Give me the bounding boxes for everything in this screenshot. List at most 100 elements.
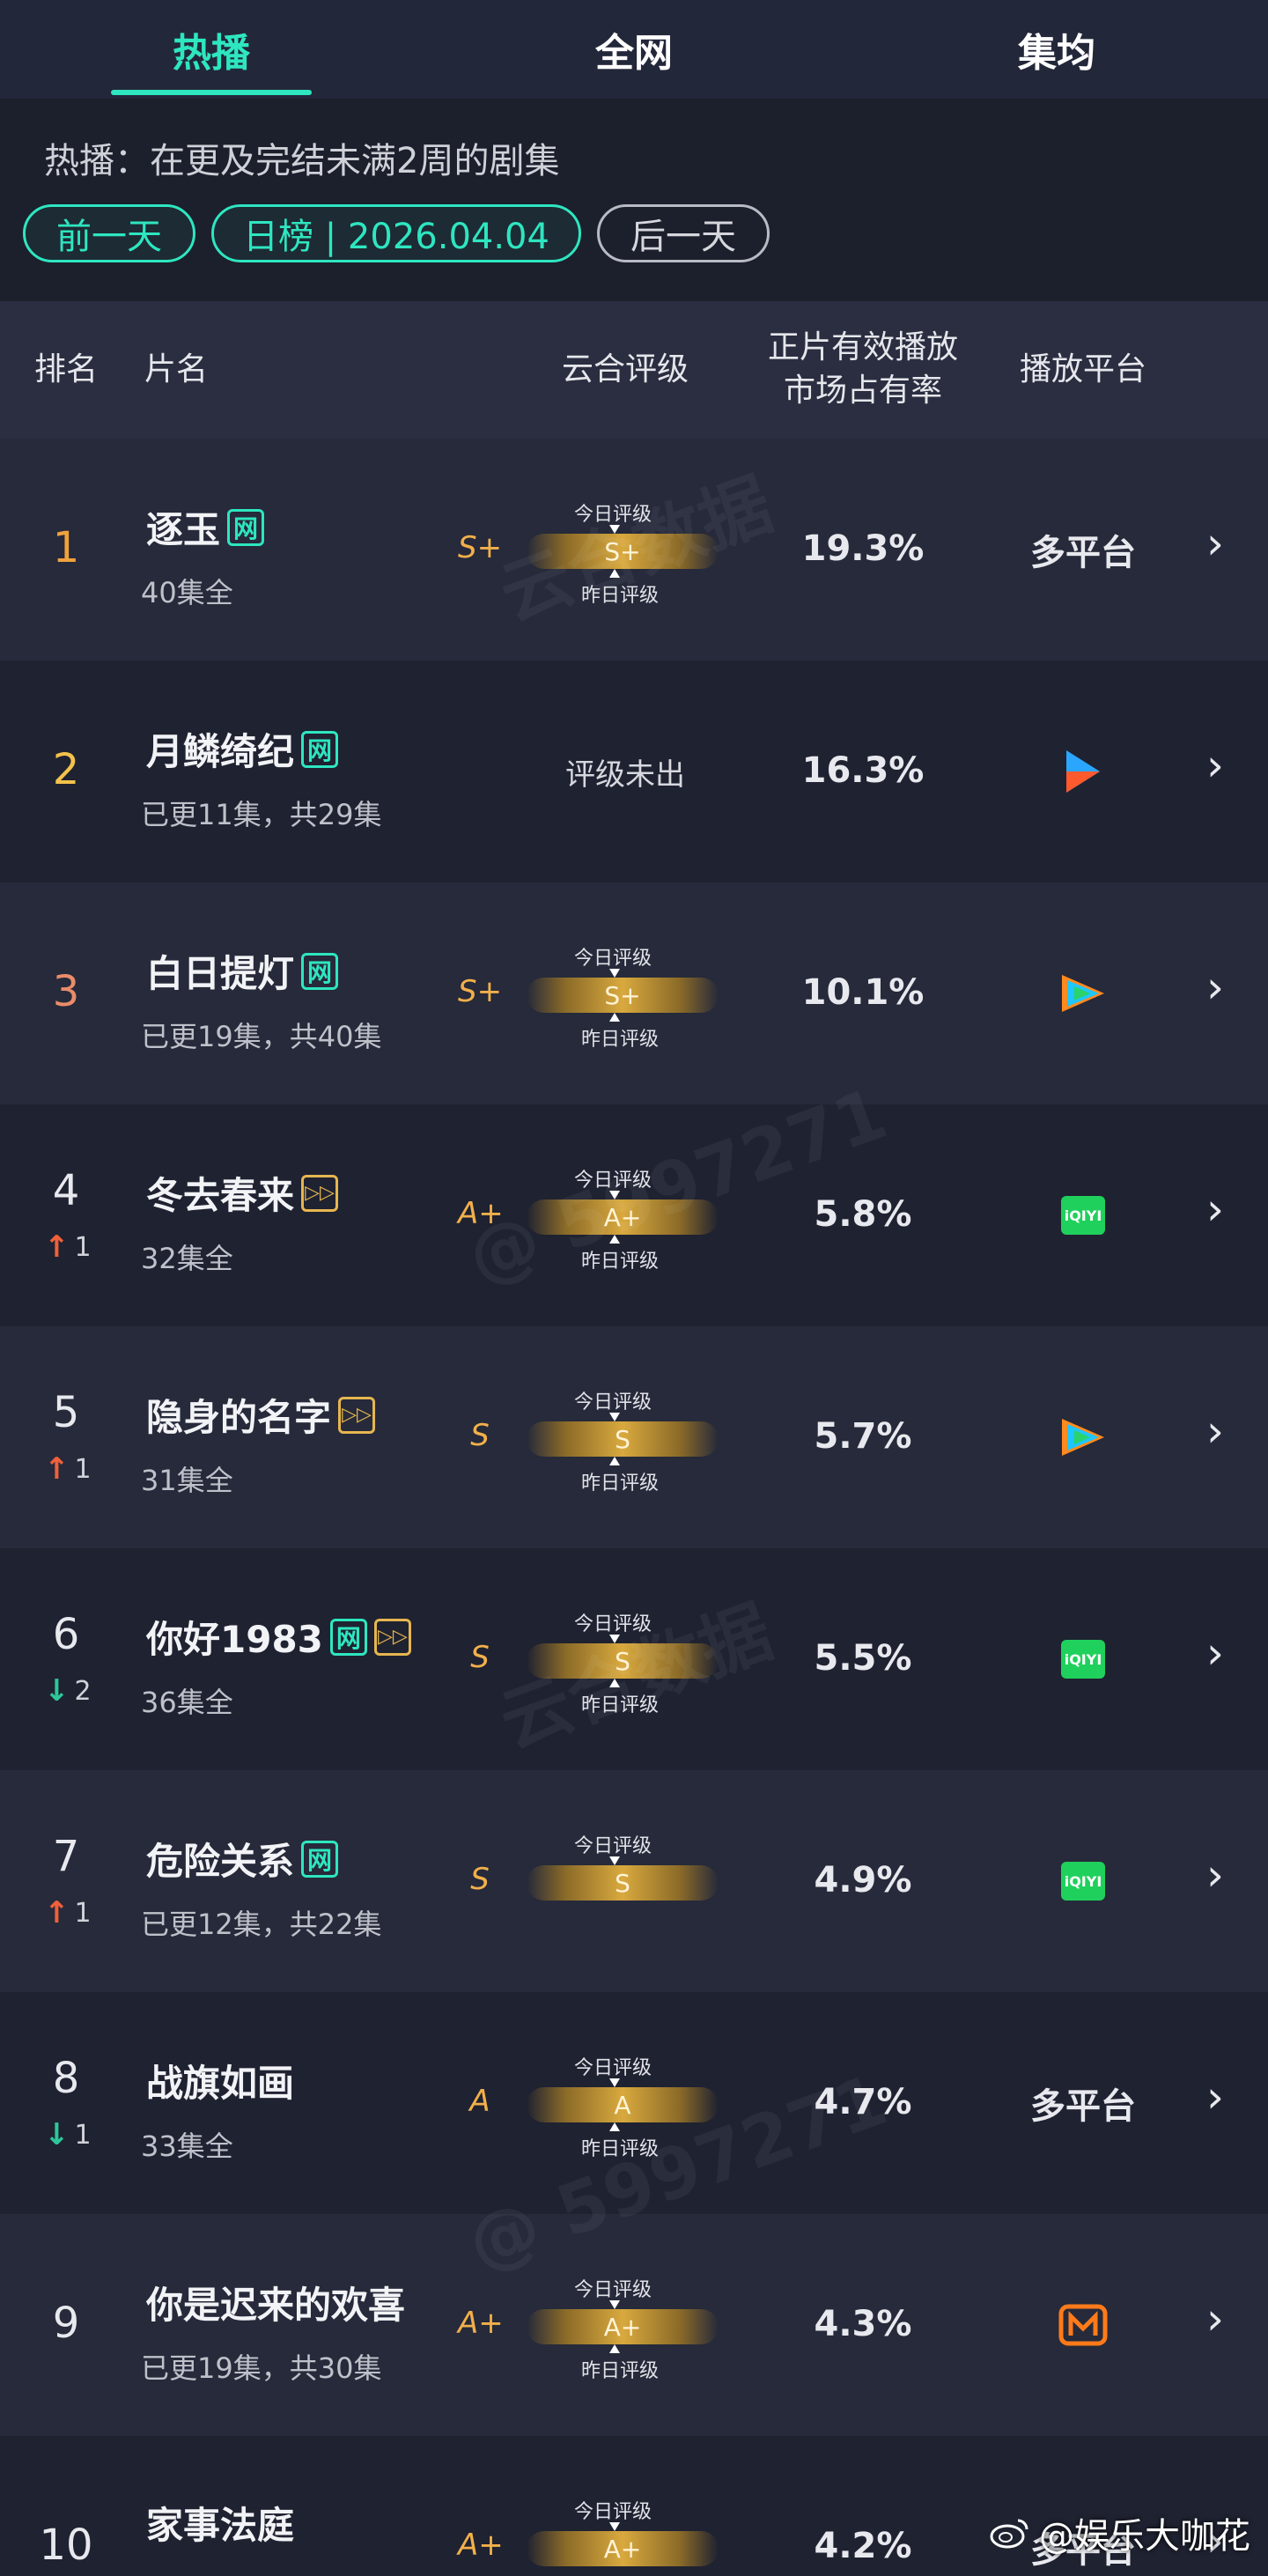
chevron-right-icon[interactable]: › [1206,2293,1224,2344]
show-title-text: 家事法庭 [146,2504,295,2547]
grade-bar-text: A+ [603,1202,642,1232]
iqiyi-icon: iQIYI [1061,1196,1105,1235]
table-row[interactable]: 4 ↑ 1 冬去春来 ▷▷ 32集全 A+ A+ 今日评级 昨日评级 5.8% iQIYI › [0,1104,1268,1326]
grade-bar: S+ [527,534,719,569]
next-day-button[interactable]: 后一天 [597,204,770,262]
tab-hot[interactable]: 热播 [0,0,423,99]
grade-bar: A+ [527,2531,719,2566]
grade-bar-text: S+ [604,980,641,1010]
chevron-right-icon[interactable]: › [1206,1184,1224,1235]
market-share: 5.5% [814,1638,912,1679]
date-selector[interactable]: 日榜 | 2026.04.04 [211,204,581,262]
episode-status: 31集全 [141,1464,233,1497]
chevron-right-icon[interactable]: › [1206,2071,1224,2122]
today-grade-label: 今日评级 [574,2279,652,2301]
show-title[interactable]: 危险关系网 [146,1832,339,1886]
yesterday-marker-icon [609,569,620,578]
active-tab-indicator [111,90,312,95]
episode-status: 已更19集，共30集 [141,2351,382,2385]
rank-number: 2 [52,745,80,794]
tab-per-episode[interactable]: 集均 [845,0,1268,99]
rank-number: 6 [52,1610,80,1659]
show-title[interactable]: 战旗如画 [146,2054,294,2107]
web-drama-tag-icon: 网 [227,508,265,546]
chevron-right-icon[interactable]: › [1206,1406,1224,1457]
yesterday-marker-icon [609,1679,620,1687]
rank-number: 1 [52,523,80,572]
show-title-text: 月鳞绮纪 [146,730,295,773]
yesterday-grade-label: 昨日评级 [581,585,660,607]
chevron-right-icon[interactable]: › [1206,962,1224,1013]
grade-bar-text: S+ [604,536,641,566]
today-grade-label: 今日评级 [574,1613,652,1635]
iqiyi-icon: iQIYI [1061,1640,1105,1679]
chevron-right-icon[interactable]: › [1206,1628,1224,1679]
youku-icon [1066,750,1100,793]
today-grade-label: 今日评级 [574,948,652,970]
double-play-tag-icon: ▷▷ [338,1396,376,1434]
table-row[interactable]: 8 ↓ 1 战旗如画 33集全 A A 今日评级 昨日评级 4.7% 多平台 › [0,1992,1268,2214]
show-title[interactable]: 隐身的名字 ▷▷ [146,1388,376,1442]
platform-cell: iQIYI [995,1855,1171,1908]
grade-pending: 评级未出 [565,757,685,793]
market-share: 16.3% [801,750,925,791]
arrow-up-icon: ↑ [44,1451,70,1487]
grade-letter: S [470,1418,490,1453]
rank-change-value: 1 [74,2119,92,2151]
show-title[interactable]: 逐玉网 [146,500,265,554]
table-row[interactable]: 3 白日提灯网已更19集，共40集 S+ S+ 今日评级 昨日评级 10.1% › [0,882,1268,1104]
grade-bar: A [527,2087,719,2122]
chevron-right-icon[interactable]: › [1206,518,1224,569]
grade-bar-text: S [615,1424,630,1454]
rank-change: ↑ 1 [44,1451,92,1487]
rank-number: 3 [52,967,80,1016]
grade-bar: S [527,1421,719,1457]
tab-all-network[interactable]: 全网 [423,0,845,99]
today-grade-label: 今日评级 [574,2057,652,2079]
today-marker-icon [609,2300,620,2309]
grade-bar: A+ [527,1199,719,1235]
today-grade-label: 今日评级 [574,1835,652,1857]
table-row[interactable]: 9 你是迟来的欢喜 已更19集，共30集 A+ A+ 今日评级 昨日评级 4.3% › [0,2214,1268,2436]
web-drama-tag-icon: 网 [301,952,339,990]
yesterday-grade-label: 昨日评级 [581,1251,660,1273]
yesterday-marker-icon [609,1013,620,1022]
prev-day-button[interactable]: 前一天 [23,204,195,262]
show-title-text: 冬去春来 [146,1174,295,1217]
yesterday-grade-label: 昨日评级 [581,1694,660,1716]
rank-change: ↓ 2 [44,1673,92,1709]
episode-status: 已更19集，共40集 [141,1020,382,1053]
mango-tv-icon [1058,2304,1108,2346]
show-title[interactable]: 冬去春来 ▷▷ [146,1166,339,1220]
grade-letter: A+ [458,2528,504,2563]
rank-cell: 9 [0,2214,132,2436]
arrow-up-icon: ↑ [44,1895,70,1930]
platform-cell: 多平台 [995,523,1171,576]
chevron-right-icon[interactable]: › [1206,1849,1224,1901]
show-title[interactable]: 你是迟来的欢喜 [146,2276,405,2329]
rank-change: ↓ 1 [44,2117,92,2152]
table-row[interactable]: 2 月鳞绮纪网已更11集，共29集 评级未出 16.3% › [0,661,1268,882]
market-share: 4.2% [814,2526,912,2566]
table-row[interactable]: 6 ↓ 2 你好1983 网 ▷▷ 36集全 S S 今日评级 昨日评级 5.5% iQIYI › [0,1548,1268,1770]
episode-status: 40集全 [141,576,233,609]
header-share-line1: 正片有效播放 [767,329,958,366]
grade-bar-text: A [614,2090,631,2120]
chevron-right-icon[interactable]: › [1206,740,1224,791]
rank-change: ↑ 1 [44,1895,92,1930]
episode-status: 32集全 [141,1242,233,1275]
top-tab-bar: 热播 全网 集均 [0,0,1268,99]
table-row[interactable]: 1 逐玉网 40集全 S+ S+ 今日评级 昨日评级 19.3% 多平台 › [0,439,1268,661]
show-title[interactable]: 你好1983 网 ▷▷ [146,1610,411,1664]
table-row[interactable]: 7 ↑ 1 危险关系网已更12集，共22集 S S 今日评级 4.9% iQIYI › [0,1770,1268,1992]
episode-status: 36集全 [141,1686,233,1719]
today-marker-icon [609,1856,620,1865]
show-title-text: 危险关系 [146,1840,295,1883]
market-share: 5.8% [814,1194,912,1235]
show-title[interactable]: 月鳞绮纪网 [146,722,339,776]
grade-letter: S+ [458,974,503,1009]
show-title[interactable]: 白日提灯网 [146,944,339,998]
yesterday-marker-icon [609,1235,620,1244]
table-row[interactable]: 5 ↑ 1 隐身的名字 ▷▷ 31集全 S S 今日评级 昨日评级 5.7% › [0,1326,1268,1548]
show-title[interactable]: 家事法庭 [146,2496,294,2550]
